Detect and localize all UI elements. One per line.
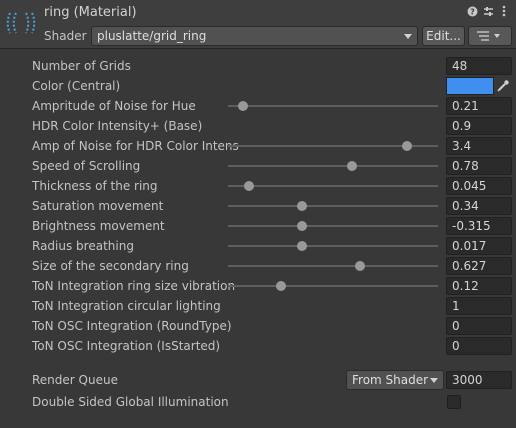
property-row: Speed of Scrolling 0.78 [0, 156, 516, 176]
property-label: Brightness movement [32, 219, 165, 233]
slider-handle[interactable] [296, 241, 307, 251]
slider-track[interactable] [228, 161, 438, 171]
slider-track[interactable] [228, 101, 438, 111]
property-label: Saturation movement [32, 199, 164, 213]
render-queue-dropdown[interactable]: From Shader [346, 370, 444, 390]
property-row: Saturation movement 0.34 [0, 196, 516, 216]
property-label: ToN OSC Integration (IsStarted) [32, 339, 221, 353]
property-row: Size of the secondary ring 0.627 [0, 256, 516, 276]
property-label: ToN OSC Integration (RoundType) [32, 319, 232, 333]
property-value-field[interactable]: 48 [446, 57, 512, 75]
property-value-field[interactable]: 0.21 [446, 97, 512, 115]
edit-shader-button[interactable]: Edit... [422, 26, 465, 46]
property-row: Color (Central) [0, 76, 516, 96]
slider-handle[interactable] [346, 161, 357, 171]
slider-handle[interactable] [401, 141, 412, 151]
chevron-down-icon [430, 378, 438, 383]
slider-handle[interactable] [237, 101, 248, 111]
property-row: Number of Grids 48 [0, 56, 516, 76]
render-queue-label: Render Queue [32, 373, 118, 387]
more-options-icon[interactable] [498, 4, 510, 18]
property-value-field[interactable]: 3.4 [446, 137, 512, 155]
property-label: Color (Central) [32, 79, 121, 93]
slider-handle[interactable] [275, 281, 286, 291]
property-label: Size of the secondary ring [32, 259, 189, 273]
property-value-field[interactable]: 0 [446, 317, 512, 335]
property-label: Number of Grids [32, 59, 131, 73]
property-label: HDR Color Intensity+ (Base) [32, 119, 203, 133]
slider-handle[interactable] [296, 221, 307, 231]
slider-track[interactable] [228, 241, 438, 251]
property-label: Radius breathing [32, 239, 134, 253]
property-row: Ampritude of Noise for Hue 0.21 [0, 96, 516, 116]
property-label: Speed of Scrolling [32, 159, 141, 173]
slider-handle[interactable] [244, 181, 254, 191]
property-value-field[interactable]: -0.315 [446, 217, 512, 235]
property-row: ToN OSC Integration (RoundType) 0 [0, 316, 516, 336]
property-value-field[interactable]: 0.045 [446, 177, 512, 195]
slider-handle[interactable] [296, 201, 307, 211]
render-queue-row: Render Queue From Shader 3000 [0, 370, 516, 390]
property-value-field[interactable]: 0.78 [446, 157, 512, 175]
material-sphere-icon [6, 12, 36, 34]
property-value-field[interactable]: 1 [446, 297, 512, 315]
shader-value: pluslatte/grid_ring [97, 29, 207, 43]
shader-dropdown[interactable]: pluslatte/grid_ring [91, 26, 418, 46]
slider-track[interactable] [228, 141, 438, 151]
slider-track[interactable] [228, 281, 438, 291]
property-label: ToN Integration circular lighting [32, 299, 221, 313]
eyedropper-icon[interactable] [496, 79, 510, 93]
property-value-field[interactable]: 0.12 [446, 277, 512, 295]
property-value-field[interactable]: 0.627 [446, 257, 512, 275]
shader-options-button[interactable] [468, 26, 512, 46]
property-label: Amp of Noise for HDR Color Intens [32, 139, 239, 153]
property-row: Radius breathing 0.017 [0, 236, 516, 256]
help-icon[interactable]: ? [466, 4, 478, 18]
slider-track[interactable] [228, 221, 438, 231]
property-row: Brightness movement -0.315 [0, 216, 516, 236]
property-row: HDR Color Intensity+ (Base) 0.9 [0, 116, 516, 136]
shader-label: Shader [44, 29, 87, 43]
chevron-down-icon [404, 34, 412, 39]
slider-track[interactable] [228, 201, 438, 211]
svg-text:?: ? [470, 7, 475, 16]
slider-handle[interactable] [355, 261, 366, 271]
material-title: ring (Material) [44, 5, 137, 20]
render-queue-mode: From Shader [352, 373, 429, 387]
property-label: ToN Integration ring size vibration [32, 279, 236, 293]
property-label: Ampritude of Noise for Hue [32, 99, 196, 113]
render-queue-field[interactable]: 3000 [446, 371, 512, 389]
property-label: Thickness of the ring [32, 179, 158, 193]
preset-icon[interactable] [482, 4, 494, 18]
property-row: ToN OSC Integration (IsStarted) 0 [0, 336, 516, 356]
list-icon [477, 31, 500, 41]
double-sided-gi-label: Double Sided Global Illumination [32, 395, 229, 409]
property-row: ToN Integration circular lighting 1 [0, 296, 516, 316]
property-value-field[interactable]: 0 [446, 337, 512, 355]
property-value-field[interactable]: 0.34 [446, 197, 512, 215]
property-value-field[interactable]: 0.9 [446, 117, 512, 135]
slider-track[interactable] [228, 261, 438, 271]
color-swatch[interactable] [446, 77, 494, 95]
property-value-field[interactable]: 0.017 [446, 237, 512, 255]
property-row: Amp of Noise for HDR Color Intens 3.4 [0, 136, 516, 156]
material-header: ring (Material) ? Shader pluslatte/grid_… [0, 0, 516, 49]
slider-track[interactable] [228, 181, 438, 191]
double-sided-gi-checkbox[interactable] [447, 395, 461, 409]
property-row: Thickness of the ring 0.045 [0, 176, 516, 196]
double-sided-gi-row: Double Sided Global Illumination [0, 392, 516, 412]
property-row: ToN Integration ring size vibration 0.12 [0, 276, 516, 296]
